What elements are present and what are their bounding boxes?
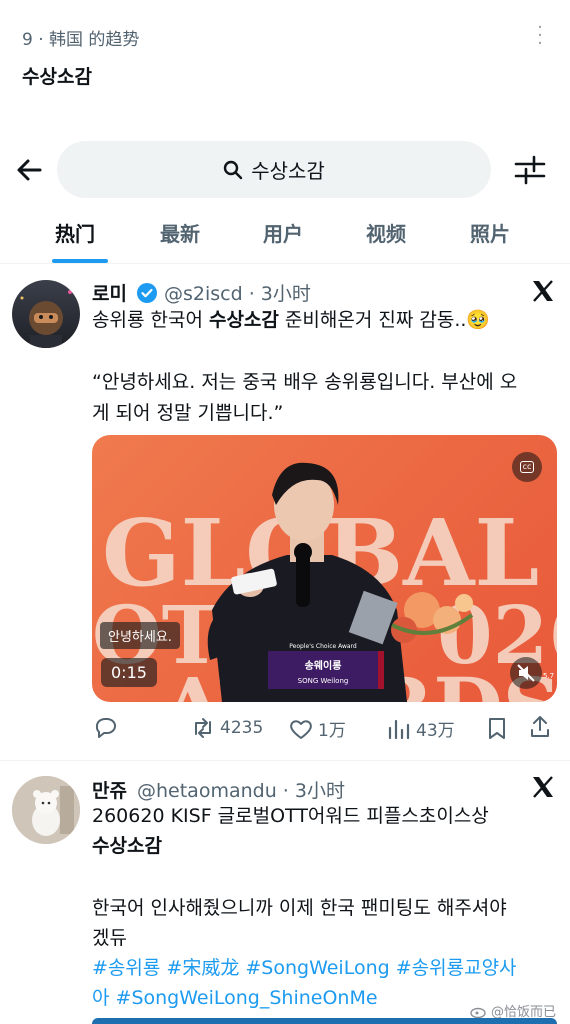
retweet-icon [195,718,211,738]
post-text-line: 겠듀 [92,927,127,949]
tab-latest[interactable]: 最新 [160,218,200,247]
back-arrow-icon[interactable] [14,150,46,190]
like-count: 1万 [318,721,346,741]
x-logo-icon [533,280,553,302]
tab-bar: 热门 最新 用户 视频 照片 [0,210,570,264]
hashtag-line[interactable]: 아 #SongWeiLong_ShineOnMe [92,983,378,1014]
views-button[interactable]: 43万 [386,716,455,741]
closed-captions-button[interactable]: cc [512,452,542,482]
retweet-count: 4235 [220,718,264,738]
views-chart-icon [388,719,410,739]
avatar[interactable] [12,776,80,844]
author-name[interactable]: 만쥬 [92,776,127,803]
video-duration: 0:15 [101,658,157,687]
hashtag-line[interactable]: #송위룡 #宋威龙 #SongWeiLong #송위룡교양사 [92,953,517,984]
share-icon[interactable] [528,714,552,740]
video-subtitle: 안녕하세요. [100,622,180,649]
trend-rank-label: 9 · 韩国 的趋势 [22,30,140,50]
tab-hot[interactable]: 热门 [55,218,95,247]
avatar[interactable] [12,280,80,348]
tabs-divider [0,263,570,264]
post-quote-line-1: “안녕하세요. 저는 중국 배우 송위룡입니다. 부산에 오 [92,371,518,393]
reply-icon[interactable] [92,714,118,740]
like-button[interactable]: 1万 [288,716,346,741]
nameplate-english-name: SONG Weilong [298,677,349,685]
author-handle-time[interactable]: @s2iscd · 3小时 [164,279,311,306]
retweet-button[interactable]: 4235 [190,716,263,740]
search-input[interactable]: 수상소감 [57,141,491,198]
post-text-segment: 송위룡 한국어 [92,309,209,331]
award-category-label: People's Choice Award [289,643,357,650]
tab-users[interactable]: 用户 [263,218,303,247]
speaker-muted-icon [517,664,535,682]
video-player[interactable]: GLOBAL OTT 026 AWARDS People's Choice Aw… [92,435,557,702]
search-icon [223,160,243,179]
search-query: 수상소감 [251,159,325,183]
x-logo-icon [533,776,553,798]
weibo-logo-icon [470,1007,486,1018]
post-text-line: 송위룡 한국어 수상소감 준비해온거 진짜 감동..🥹 [92,305,552,336]
tab-photos[interactable]: 照片 [470,218,510,247]
post-quote-line-2: 게 되어 정말 기쁩니다.” [92,402,284,424]
post-text-line: 260620 KISF 글로벌OTT어워드 피플스초이스상 [92,805,489,827]
cc-icon: cc [519,461,535,473]
heart-icon [290,719,312,739]
filter-settings-icon[interactable] [512,152,548,188]
post-divider [0,760,570,761]
views-count: 43万 [416,721,455,741]
nameplate-korean-name: 송웨이롱 [305,659,342,672]
more-options-icon[interactable]: · · · [532,19,548,53]
verified-badge-icon [137,283,157,303]
author-name[interactable]: 로미 [92,279,127,306]
tab-videos[interactable]: 视频 [366,218,406,247]
bookmark-icon[interactable] [486,716,508,740]
trend-title: 수상소감 [22,66,92,88]
post-text-keyword: 수상소감 [208,309,279,331]
next-media-edge [92,1018,557,1024]
pleading-face-emoji-icon: 🥹 [466,309,491,331]
post-text-segment: 준비해온거 진짜 감동.. [278,309,467,331]
mute-button[interactable] [510,657,542,689]
post-text-keyword: 수상소감 [92,835,162,857]
post-text-line: 한국어 인사해줬으니까 이제 한국 팬미팅도 해주셔야 [92,897,507,919]
author-handle-time[interactable]: @hetaomandu · 3小时 [137,776,345,803]
corner-counter: 5.7 [543,672,555,680]
